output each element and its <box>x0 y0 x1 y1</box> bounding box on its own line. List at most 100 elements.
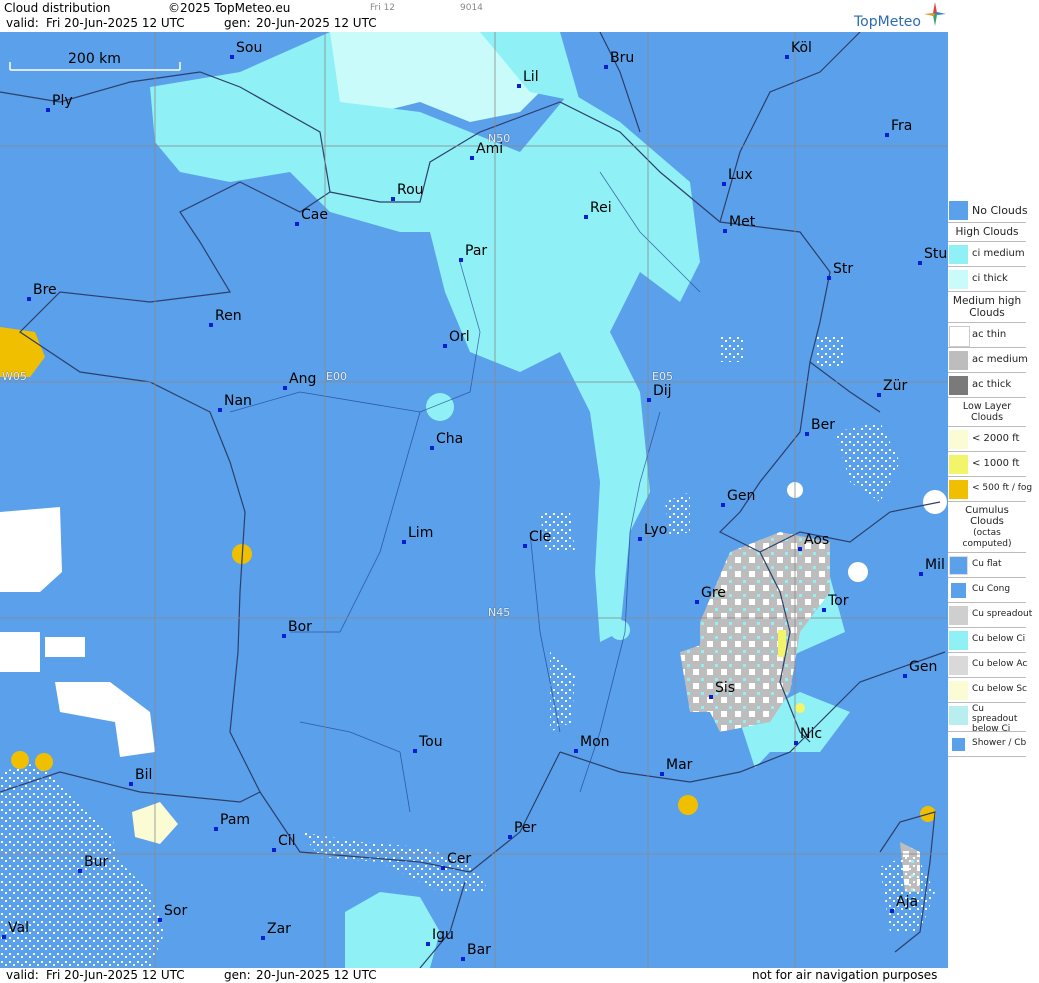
grid-label-e05: E05 <box>652 370 673 383</box>
city-dot <box>430 446 434 450</box>
city-label: Bil <box>135 767 153 783</box>
legend-swatch-cu-spread-ci <box>949 706 968 725</box>
city-label: Gre <box>701 585 726 601</box>
city-label: Gen <box>909 659 938 675</box>
city-label: Ren <box>215 308 242 324</box>
city-dot <box>78 869 82 873</box>
city-dot <box>660 772 664 776</box>
legend-ac-thin: ac thin <box>948 323 1026 348</box>
footer-gen-value: 20-Jun-2025 12 UTC <box>256 968 377 982</box>
topmeteo-logo: TopMeteo <box>854 2 946 30</box>
city-dot <box>723 229 727 233</box>
city-label: Gen <box>727 488 756 504</box>
city-dot <box>27 297 31 301</box>
city-dot <box>230 55 234 59</box>
city-label: Rou <box>397 182 424 198</box>
city-label: Mon <box>580 734 610 750</box>
city-dot <box>919 572 923 576</box>
city-dot <box>805 432 809 436</box>
city-dot <box>461 957 465 961</box>
city-dot <box>443 344 447 348</box>
legend-cu-spread: Cu spreadout <box>948 603 1032 628</box>
city-label: Mar <box>666 757 693 773</box>
legend-high-title: High Clouds <box>948 223 1026 242</box>
legend-low-2000: < 2000 ft <box>948 427 1026 452</box>
city-dot <box>574 749 578 753</box>
legend-swatch-ac-medium <box>949 351 968 370</box>
city-dot <box>695 600 699 604</box>
city-dot <box>413 749 417 753</box>
city-label: Lyo <box>644 522 668 538</box>
legend-swatch-ac-thick <box>949 376 968 395</box>
city-dot <box>283 386 287 390</box>
city-dot <box>903 674 907 678</box>
city-dot <box>459 258 463 262</box>
city-label: Ber <box>811 417 835 433</box>
city-dot <box>647 398 651 402</box>
city-label: Nan <box>224 393 252 409</box>
city-dot <box>470 156 474 160</box>
city-label: Ply <box>52 93 73 109</box>
city-dot <box>214 827 218 831</box>
legend-cu-flat: Cu flat <box>948 553 1026 578</box>
city-label: Aos <box>804 532 830 548</box>
city-dot <box>2 935 6 939</box>
legend-swatch-low-1000 <box>949 455 968 474</box>
cloud-map[interactable]: 200 km N50 N45 E00 E05 W05 Sou Bru Köl Ply L… <box>0 32 948 968</box>
city-dot <box>822 608 826 612</box>
city-label: Igu <box>432 927 454 943</box>
city-label: Cha <box>436 431 464 447</box>
city-dot <box>441 866 445 870</box>
city-label: Fra <box>891 118 913 134</box>
legend-cu-below-ac: Cu below Ac <box>948 653 1027 678</box>
city-dot <box>158 918 162 922</box>
small-info-2: 9014 <box>460 3 483 13</box>
city-dot <box>885 133 889 137</box>
city-dot <box>638 537 642 541</box>
city-dot <box>426 942 430 946</box>
city-dot <box>218 408 222 412</box>
city-dot <box>523 544 527 548</box>
city-dot <box>604 65 608 69</box>
legend-swatch-cu-cong <box>949 581 968 600</box>
city-dot <box>827 276 831 280</box>
legend-low-1000: < 1000 ft <box>948 452 1026 477</box>
city-label: Sis <box>715 680 736 696</box>
city-label: Met <box>729 214 756 230</box>
grid-label-w05: W05 <box>2 370 27 383</box>
footer-valid-label: valid: <box>6 968 39 982</box>
city-label: Tou <box>419 734 443 750</box>
city-dot <box>890 909 894 913</box>
city-dot <box>129 782 133 786</box>
legend-swatch-ci-thick <box>949 270 968 289</box>
city-label: Par <box>465 243 488 259</box>
city-label: Cae <box>301 207 328 223</box>
legend-swatch-ac-thin <box>949 326 970 347</box>
legend-low-title: Low Layer Clouds <box>948 398 1026 427</box>
city-dot <box>402 540 406 544</box>
city-label: Sor <box>164 903 188 919</box>
legend-medium-title: Medium high Clouds <box>948 292 1026 323</box>
city-dot <box>261 936 265 940</box>
legend-swatch-low-2000 <box>949 430 968 449</box>
city-label: Cil <box>278 833 296 849</box>
city-label: Nic <box>800 726 823 742</box>
legend-swatch-low-500 <box>949 480 968 499</box>
gen-value: 20-Jun-2025 12 UTC <box>256 16 377 30</box>
legend-shower: Shower / Cb <box>948 732 1026 757</box>
city-dot <box>794 741 798 745</box>
city-label: Bur <box>84 854 109 870</box>
city-dot <box>272 848 276 852</box>
city-label: Zür <box>883 378 908 394</box>
city-dot <box>918 261 922 265</box>
city-dot <box>46 108 50 112</box>
legend-cu-below-sc: Cu below Sc <box>948 678 1027 703</box>
copyright: ©2025 TopMeteo.eu <box>168 1 291 15</box>
city-label: Lux <box>728 167 753 183</box>
city-label: Cer <box>447 851 472 867</box>
city-dot <box>785 55 789 59</box>
valid-label: valid: <box>6 16 39 30</box>
map-header: Cloud distribution ©2025 TopMeteo.eu Fri… <box>0 0 948 32</box>
map-graphics <box>0 32 948 968</box>
legend-swatch-cu-spread <box>949 606 968 625</box>
